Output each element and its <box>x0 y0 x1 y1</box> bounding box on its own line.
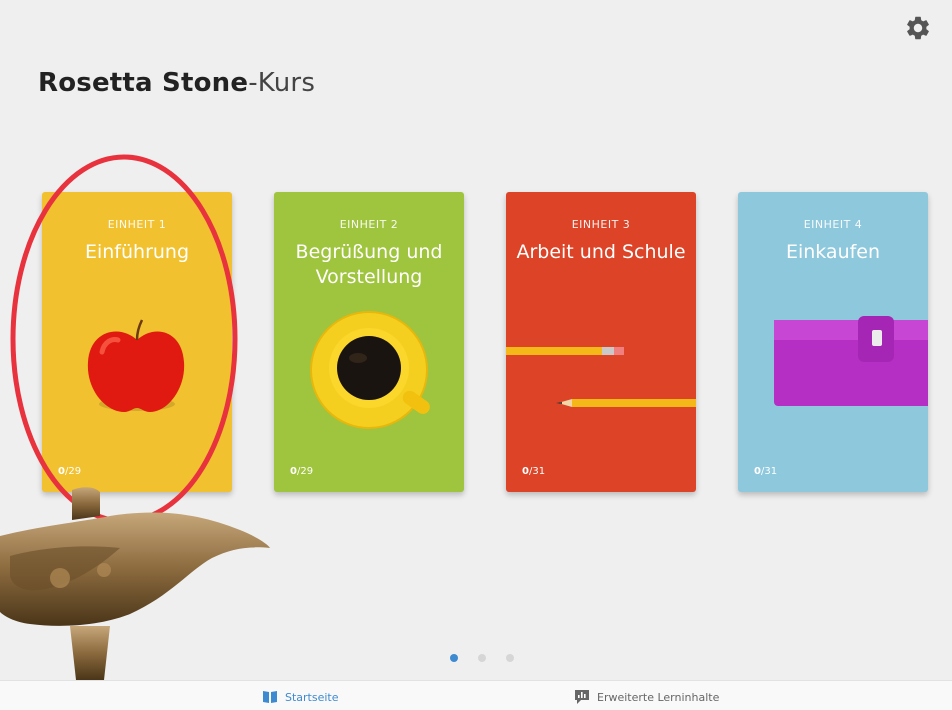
unit-card-3[interactable]: EINHEIT 3 Arbeit und Schule 0/31 <box>506 192 696 492</box>
unit-title: Begrüßung und Vorstellung <box>295 241 443 288</box>
unit-label: EINHEIT 2 <box>339 218 399 231</box>
wallet-image <box>774 316 928 406</box>
unit-title: Einkaufen <box>785 241 881 263</box>
unit-label: EINHEIT 3 <box>571 218 631 231</box>
gear-icon[interactable] <box>904 14 932 42</box>
unit-label: EINHEIT 4 <box>803 218 863 231</box>
page-dot-3[interactable] <box>506 654 514 662</box>
pencils-image <box>506 347 696 407</box>
brand-name: Rosetta Stone <box>38 68 249 98</box>
unit-progress: 0/31 <box>522 466 546 477</box>
nav-label: Startseite <box>285 690 339 704</box>
page-title: Rosetta Stone-Kurs <box>38 68 315 98</box>
chart-bubble-icon <box>575 690 589 704</box>
page-dot-2[interactable] <box>478 654 486 662</box>
highlight-circle <box>10 154 238 524</box>
unit-title: Arbeit und Schule <box>516 241 686 263</box>
page-dot-1[interactable] <box>450 654 458 662</box>
nav-startseite[interactable]: Startseite <box>262 689 339 705</box>
nav-label: Erweiterte Lerninhalte <box>597 690 720 704</box>
page-indicator <box>450 654 514 662</box>
nav-erweiterte-lerninhalte[interactable]: Erweiterte Lerninhalte <box>574 689 719 705</box>
book-icon <box>263 691 277 703</box>
unit-card-4[interactable]: EINHEIT 4 Einkaufen 0/31 <box>738 192 928 492</box>
unit-progress: 0/31 <box>754 466 778 477</box>
bottom-navigation: Startseite Erweiterte Lerninhalte <box>0 680 952 710</box>
unit-progress: 0/29 <box>290 466 314 477</box>
title-suffix: -Kurs <box>248 68 316 98</box>
coffee-cup-image <box>310 311 430 429</box>
unit-card-2[interactable]: EINHEIT 2 Begrüßung und Vorstellung 0/29 <box>274 192 464 492</box>
